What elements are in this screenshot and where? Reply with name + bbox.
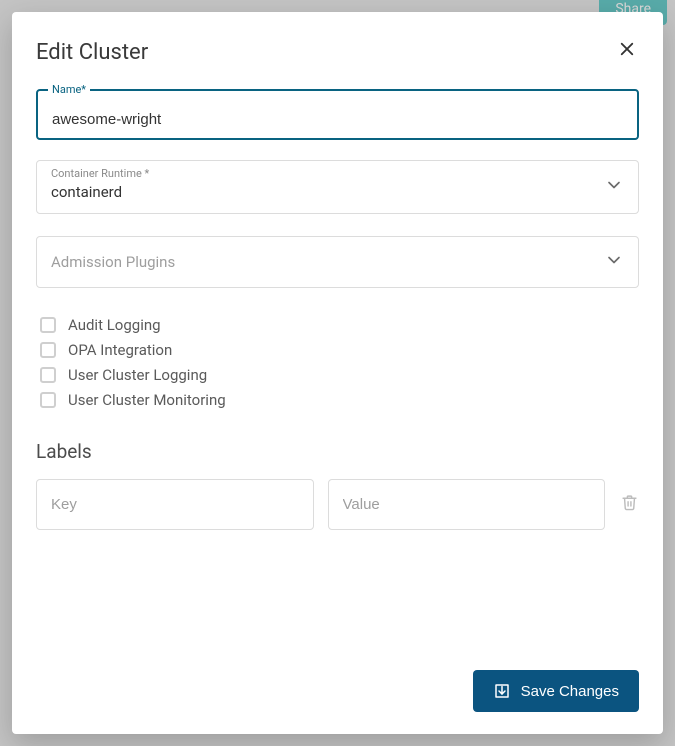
- plugins-placeholder: Admission Plugins: [51, 253, 598, 271]
- checkbox-icon: [40, 392, 56, 408]
- delete-label-button[interactable]: [619, 494, 639, 515]
- name-input[interactable]: [52, 111, 623, 128]
- labels-row: [36, 479, 639, 530]
- save-icon: [493, 682, 511, 700]
- trash-icon: [621, 494, 638, 511]
- chevron-down-icon: [604, 175, 624, 199]
- runtime-label: Container Runtime *: [51, 167, 149, 180]
- checkbox-icon: [40, 317, 56, 333]
- option-opa-integration[interactable]: OPA Integration: [36, 341, 639, 359]
- name-label: Name*: [48, 83, 90, 96]
- labels-heading: Labels: [36, 440, 639, 463]
- name-field[interactable]: Name*: [36, 89, 639, 140]
- save-changes-button[interactable]: Save Changes: [473, 670, 639, 712]
- close-button[interactable]: [615, 40, 639, 64]
- option-user-cluster-monitoring[interactable]: User Cluster Monitoring: [36, 391, 639, 409]
- save-button-label: Save Changes: [521, 683, 619, 700]
- label-value-input[interactable]: [328, 479, 606, 530]
- close-icon: [618, 40, 636, 58]
- checkbox-label: User Cluster Monitoring: [68, 391, 226, 409]
- checkbox-label: Audit Logging: [68, 316, 161, 334]
- label-key-input[interactable]: [36, 479, 314, 530]
- container-runtime-select[interactable]: Container Runtime * containerd: [36, 160, 639, 214]
- modal-header: Edit Cluster: [36, 40, 639, 65]
- edit-cluster-modal: Edit Cluster Name* Container Runtime * c…: [12, 12, 663, 734]
- modal-title: Edit Cluster: [36, 40, 148, 65]
- checkbox-label: User Cluster Logging: [68, 366, 207, 384]
- checkbox-label: OPA Integration: [68, 341, 172, 359]
- admission-plugins-select[interactable]: Admission Plugins: [36, 236, 639, 288]
- option-audit-logging[interactable]: Audit Logging: [36, 316, 639, 334]
- option-user-cluster-logging[interactable]: User Cluster Logging: [36, 366, 639, 384]
- checkbox-icon: [40, 342, 56, 358]
- checkbox-icon: [40, 367, 56, 383]
- runtime-value: containerd: [51, 183, 598, 201]
- options-checklist: Audit Logging OPA Integration User Clust…: [36, 316, 639, 416]
- modal-footer: Save Changes: [36, 650, 639, 712]
- chevron-down-icon: [604, 250, 624, 274]
